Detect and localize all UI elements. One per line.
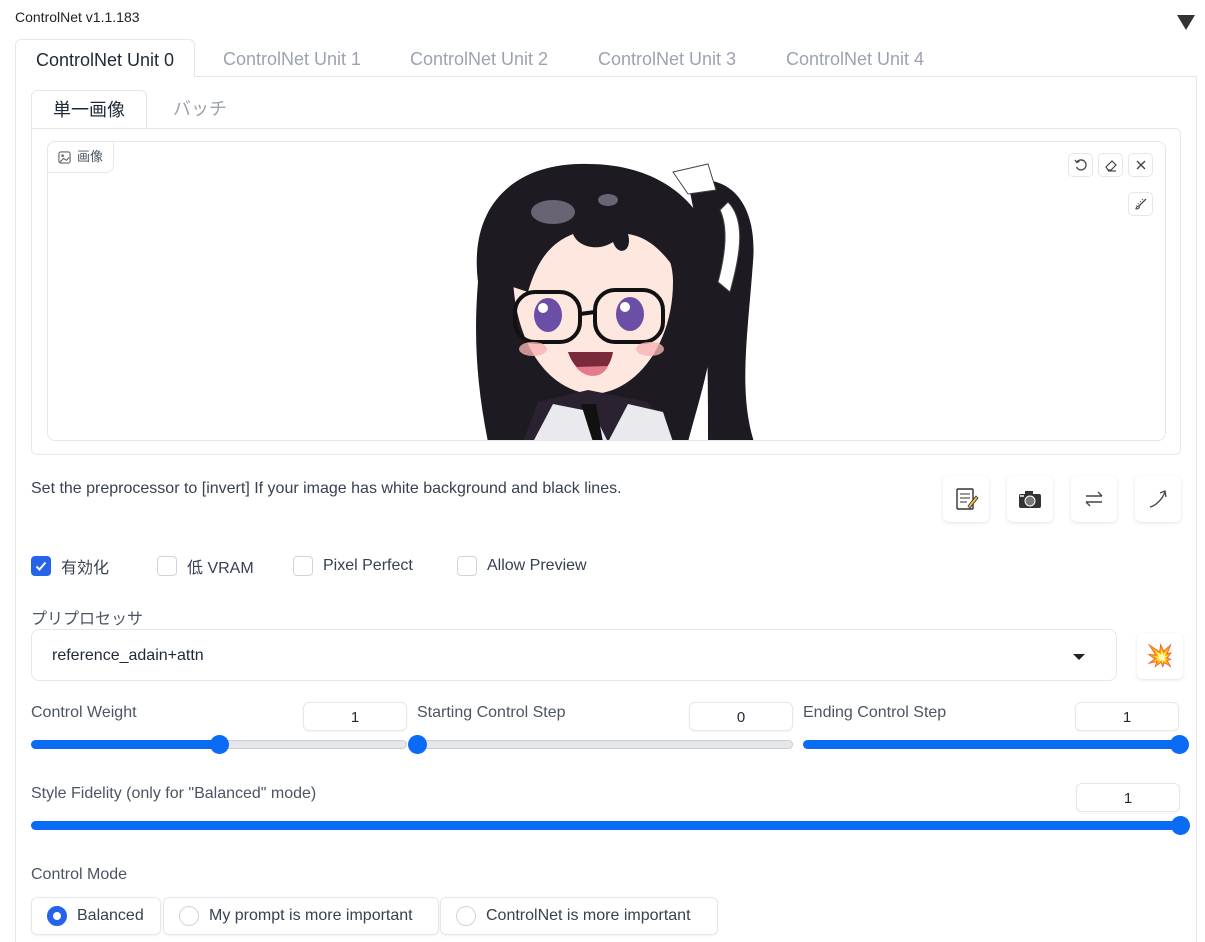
balanced-label: Balanced bbox=[77, 907, 144, 924]
style-fidelity-thumb[interactable] bbox=[1171, 816, 1190, 835]
ending-step-slider[interactable] bbox=[803, 740, 1179, 749]
swap-icon bbox=[1085, 491, 1103, 507]
memo-icon bbox=[956, 488, 979, 510]
ending-step-thumb[interactable] bbox=[1170, 735, 1189, 754]
pixel-perfect-checkbox[interactable] bbox=[293, 556, 313, 576]
tab-controlnet-unit-2[interactable]: ControlNet Unit 2 bbox=[410, 39, 548, 77]
tab-controlnet-unit-1[interactable]: ControlNet Unit 1 bbox=[223, 39, 361, 77]
checkbox-allow-preview[interactable]: Allow Preview bbox=[457, 555, 587, 577]
starting-step-slider[interactable] bbox=[417, 740, 793, 749]
checkbox-enable[interactable]: 有効化 bbox=[31, 555, 109, 577]
controlnet-header-title[interactable]: ControlNet v1.1.183 bbox=[15, 9, 140, 25]
mirror-webcam-button[interactable] bbox=[1071, 476, 1117, 522]
enable-label: 有効化 bbox=[61, 560, 110, 577]
tab-controlnet-unit-3[interactable]: ControlNet Unit 3 bbox=[598, 39, 736, 77]
allow-preview-checkbox[interactable] bbox=[457, 556, 477, 576]
open-new-canvas-button[interactable] bbox=[943, 476, 989, 522]
checkmark-icon bbox=[35, 561, 47, 571]
prompt-important-radio[interactable] bbox=[179, 906, 199, 926]
starting-step-thumb[interactable] bbox=[408, 735, 427, 754]
balanced-radio[interactable] bbox=[47, 906, 67, 926]
control-weight-label: Control Weight bbox=[31, 704, 137, 721]
send-icon bbox=[1149, 490, 1167, 508]
control-weight-fill bbox=[31, 740, 219, 749]
controlnet-important-radio[interactable] bbox=[456, 906, 476, 926]
image-panel-label: 画像 bbox=[47, 141, 115, 173]
control-mode-label: Control Mode bbox=[31, 866, 128, 883]
checkbox-low-vram[interactable]: 低 VRAM bbox=[157, 555, 254, 577]
control-weight-thumb[interactable] bbox=[210, 735, 229, 754]
control-mode-prompt-important[interactable]: My prompt is more important bbox=[163, 897, 439, 935]
image-icon bbox=[58, 150, 71, 164]
uploaded-image-illustration bbox=[458, 142, 755, 440]
low-vram-checkbox[interactable] bbox=[157, 556, 177, 576]
run-preprocessor-button[interactable]: 💥 bbox=[1137, 633, 1183, 679]
tab-batch[interactable]: バッチ bbox=[173, 90, 227, 128]
tab-single-image[interactable]: 単一画像 bbox=[31, 90, 147, 128]
control-mode-controlnet-important[interactable]: ControlNet is more important bbox=[440, 897, 718, 935]
clear-image-button[interactable] bbox=[1128, 153, 1153, 177]
starting-step-label: Starting Control Step bbox=[417, 704, 566, 721]
webcam-button[interactable] bbox=[1007, 476, 1053, 522]
send-dimensions-button[interactable] bbox=[1135, 476, 1181, 522]
starting-step-input[interactable]: 0 bbox=[689, 702, 793, 731]
undo-button[interactable] bbox=[1068, 153, 1093, 177]
ending-step-label: Ending Control Step bbox=[803, 704, 947, 721]
collapse-toggle-icon[interactable] bbox=[1177, 15, 1195, 30]
prompt-important-label: My prompt is more important bbox=[209, 907, 413, 924]
style-fidelity-label: Style Fidelity (only for "Balanced" mode… bbox=[31, 785, 317, 802]
allow-preview-label: Allow Preview bbox=[487, 557, 587, 574]
camera-icon bbox=[1019, 491, 1041, 508]
eraser-icon bbox=[1104, 160, 1117, 172]
ending-step-input[interactable]: 1 bbox=[1075, 702, 1179, 731]
preprocessor-label: プリプロセッサ bbox=[31, 611, 144, 628]
style-fidelity-input[interactable]: 1 bbox=[1076, 783, 1180, 812]
brush-icon bbox=[1134, 198, 1146, 210]
undo-icon bbox=[1073, 159, 1087, 171]
style-fidelity-fill bbox=[31, 821, 1180, 830]
controlnet-important-label: ControlNet is more important bbox=[486, 907, 691, 924]
control-mode-balanced[interactable]: Balanced bbox=[31, 897, 161, 935]
preprocessor-dropdown[interactable]: reference_adain+attn bbox=[31, 629, 1117, 681]
style-fidelity-slider[interactable] bbox=[31, 821, 1180, 830]
pixel-perfect-label: Pixel Perfect bbox=[323, 557, 413, 574]
tab-controlnet-unit-4[interactable]: ControlNet Unit 4 bbox=[786, 39, 924, 77]
low-vram-label: 低 VRAM bbox=[187, 560, 254, 577]
image-canvas[interactable] bbox=[47, 141, 1166, 441]
enable-checkbox[interactable] bbox=[31, 556, 51, 576]
image-panel-label-text: 画像 bbox=[77, 149, 104, 164]
close-icon bbox=[1136, 160, 1145, 170]
ending-step-fill bbox=[803, 740, 1179, 749]
brush-button[interactable] bbox=[1128, 192, 1153, 216]
tab-controlnet-unit-0[interactable]: ControlNet Unit 0 bbox=[15, 39, 196, 77]
checkbox-pixel-perfect[interactable]: Pixel Perfect bbox=[293, 555, 413, 577]
preprocessor-hint: Set the preprocessor to [invert] If your… bbox=[31, 480, 622, 497]
control-weight-input[interactable]: 1 bbox=[303, 702, 407, 731]
collision-icon: 💥 bbox=[1146, 643, 1174, 668]
eraser-button[interactable] bbox=[1098, 153, 1123, 177]
